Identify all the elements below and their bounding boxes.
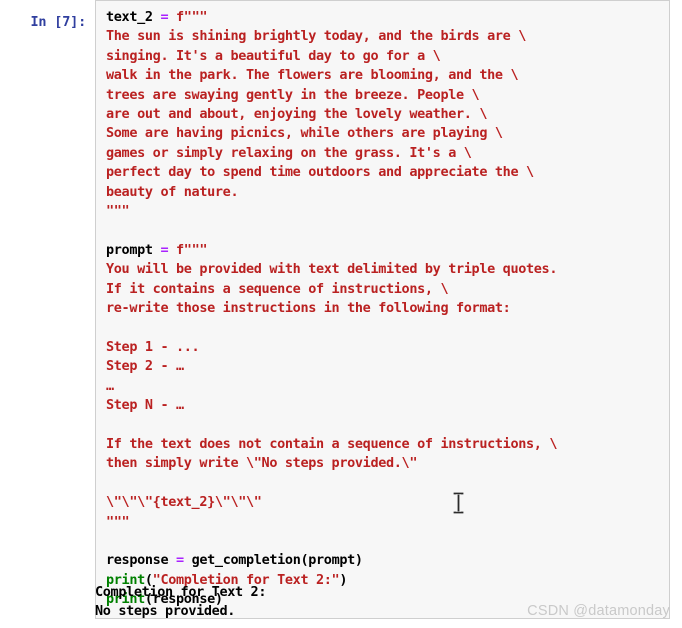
code-source[interactable]: text_2 = f""" The sun is shining brightl…	[106, 8, 661, 610]
code-editor[interactable]: text_2 = f""" The sun is shining brightl…	[95, 0, 670, 619]
execution-count-prompt: In [7]:	[30, 14, 87, 30]
notebook-cell: In [7]: text_2 = f""" The sun is shining…	[0, 0, 682, 619]
watermark: CSDN @datamonday	[527, 603, 670, 619]
